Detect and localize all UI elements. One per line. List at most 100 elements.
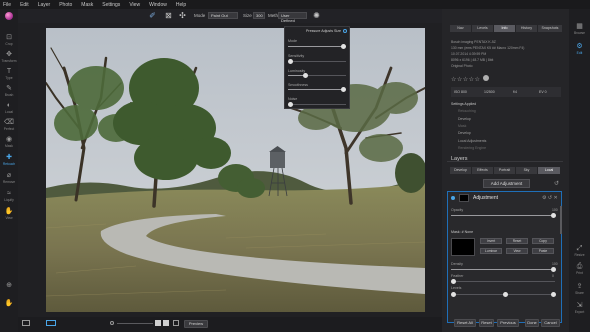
scrollbar[interactable] [560,206,562,234]
paste-mask-button[interactable]: Paste [532,248,554,254]
layer-name[interactable]: Adjustment [473,195,498,201]
previous-button[interactable]: Previous [497,319,519,327]
mode-select[interactable]: Paint Out [208,12,238,19]
feather-slider[interactable] [451,279,555,284]
luminosity-slider[interactable] [288,73,346,78]
gradient-icon[interactable]: ✣ [178,11,187,20]
module-print[interactable]: ⎙ Print [569,263,590,275]
menu-photo[interactable]: Photo [59,2,72,8]
tab-snapshots[interactable]: Snapshots [538,25,562,32]
tab-portrait[interactable]: Portrait [494,167,515,174]
actual-size-icon[interactable] [163,320,169,326]
reset-icon[interactable]: ↺ [554,180,559,187]
invert-mask-button[interactable]: Invert [480,238,502,244]
visibility-icon[interactable] [451,196,455,200]
tab-history[interactable]: History [516,25,537,32]
cancel-button[interactable]: Cancel [541,319,560,327]
tab-develop[interactable]: Develop [450,167,471,174]
slider-knob[interactable] [340,87,346,92]
add-adjustment-button[interactable]: Add Adjustment [483,179,530,188]
photo-canvas[interactable] [46,28,425,312]
module-edit[interactable]: ⚙ Edit [569,43,590,55]
feather-knob[interactable] [451,279,456,284]
done-button[interactable]: Done [525,319,539,327]
tab-info[interactable]: Info [494,25,515,32]
noise-slider[interactable] [288,102,346,107]
fit-icon[interactable] [155,320,161,326]
density-knob[interactable] [551,267,556,272]
settings-item[interactable]: Local Adjustments [458,139,486,143]
tool-perfect-eraser[interactable]: ⌫ Perfect [0,118,18,133]
mask-dropdown[interactable]: Mask: # None [451,230,473,234]
tool-type[interactable]: T Type [0,67,18,82]
tool-brush[interactable]: ✎ Brush [0,84,18,99]
tool-mask[interactable]: ◉ Mask [0,135,18,150]
levels-mid-knob[interactable] [503,292,508,297]
smoothness-slider[interactable] [288,87,346,92]
settings-item[interactable]: Develop [458,131,471,135]
settings-applied-header[interactable]: Settings Applied [451,102,476,106]
levels-white-knob[interactable] [551,292,556,297]
slider-knob[interactable] [288,102,293,107]
copy-mask-button[interactable]: Copy [532,238,554,244]
luminar-mask-button[interactable]: Luminar [480,248,502,254]
module-share[interactable]: ⇪ Share [569,283,590,295]
compare-icon[interactable] [173,320,179,326]
menu-view[interactable]: View [129,2,140,8]
slider-knob[interactable] [340,44,346,49]
flag-icon[interactable] [482,75,489,81]
tool-transform[interactable]: ✥ Transform [0,50,18,65]
menu-layer[interactable]: Layer [38,2,51,8]
tool-crop[interactable]: ⊡ Crop [0,33,18,48]
slider-knob[interactable] [288,59,293,64]
module-resize[interactable]: ⤢ Resize [569,245,590,257]
module-export[interactable]: ⇲ Export [569,302,590,314]
size-field[interactable]: 300 [253,12,265,19]
menu-window[interactable]: Window [149,2,167,8]
density-slider[interactable] [451,267,556,272]
menu-mask[interactable]: Mask [81,2,93,8]
tool-label: Retouch [2,162,16,166]
levels-black-knob[interactable] [451,292,456,297]
view-mask-button[interactable]: View [506,248,528,254]
tool-remove[interactable]: ⌀ Remove [0,171,18,186]
menu-file[interactable]: File [3,2,11,8]
zoom-tool[interactable]: ⊕ [0,281,18,296]
zoom-out-icon[interactable] [110,321,114,325]
tab-sky[interactable]: Sky [516,167,537,174]
fill-icon[interactable]: ⊠ [164,11,173,20]
tool-view[interactable]: ✋ View [0,207,18,222]
tool-liquify[interactable]: ≈ Liquify [0,189,18,204]
pan-tool[interactable]: ✋ [0,299,18,314]
tool-local[interactable]: ◐ Local [0,101,18,116]
preview-button[interactable]: Preview [184,320,208,328]
tab-local[interactable]: Local [538,167,560,174]
pressure-toggle[interactable] [343,29,347,33]
filmstrip-icon[interactable] [22,320,30,326]
tab-nav[interactable]: Nav [450,25,471,32]
module-browse[interactable]: ▦ Browse [569,23,590,35]
levels-slider[interactable] [451,292,556,297]
tab-effects[interactable]: Effects [472,167,493,174]
sensitivity-slider[interactable] [288,59,346,64]
mode-slider[interactable] [288,44,346,49]
reset-mask-button[interactable]: Reset [506,238,528,244]
menu-edit[interactable]: Edit [20,2,29,8]
opacity-knob[interactable] [551,213,556,218]
slider-knob[interactable] [302,73,308,78]
gear-icon[interactable]: ✺ [312,11,321,20]
settings-item[interactable]: Develop [458,117,471,121]
layer-options-icon[interactable]: ⚙ ↺ ✕ [542,195,558,201]
tab-levels[interactable]: Levels [472,25,493,32]
method-select[interactable]: User Defined [278,12,307,23]
tool-retouch[interactable]: ✚ Retouch [0,153,18,168]
reset-button[interactable]: Reset [479,319,494,327]
zoom-slider[interactable] [117,323,153,324]
opacity-slider[interactable] [451,213,556,218]
star-rating[interactable]: ☆☆☆☆☆ [451,75,489,83]
menu-settings[interactable]: Settings [102,2,120,8]
brush-icon[interactable]: ✐ [148,11,157,20]
reset-all-button[interactable]: Reset All [454,319,476,327]
single-view-icon[interactable] [46,320,56,326]
menu-help[interactable]: Help [176,2,186,8]
